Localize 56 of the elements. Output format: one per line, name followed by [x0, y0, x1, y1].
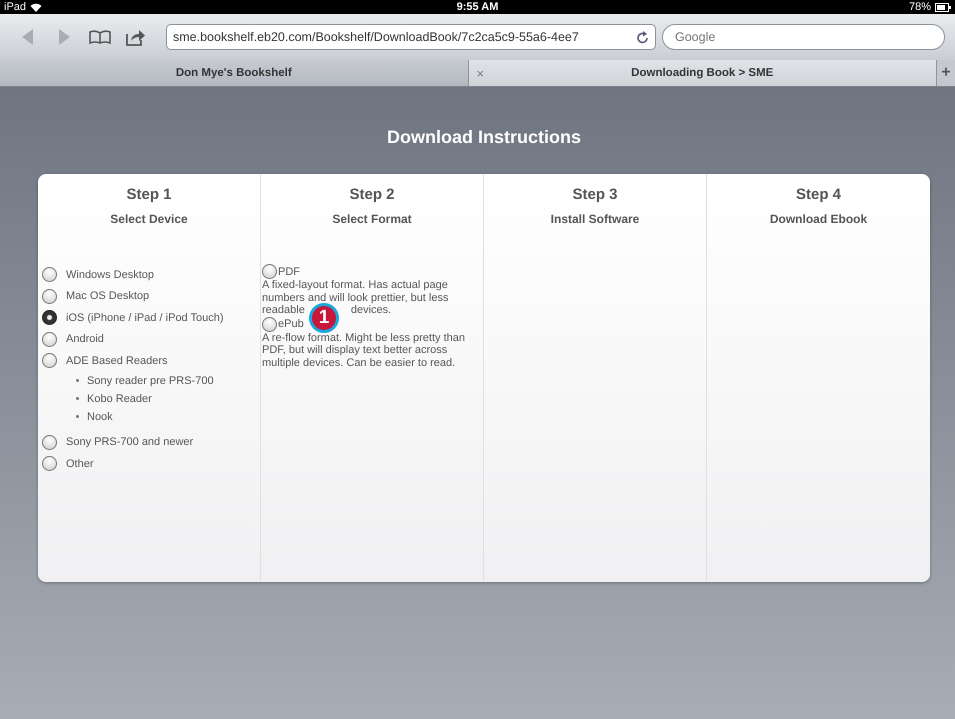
battery-icon [935, 2, 951, 12]
device-option[interactable]: Android [66, 333, 104, 346]
callout-badge: 1 [309, 303, 339, 333]
step-heading: Step 4 [796, 186, 841, 203]
radio-button[interactable] [42, 456, 57, 472]
step-subtitle: Select Format [332, 212, 412, 226]
step-subtitle: Download Ebook [770, 212, 868, 226]
step-subtitle: Select Device [110, 212, 188, 226]
reload-icon[interactable] [637, 30, 649, 44]
address-field[interactable]: sme.bookshelf.eb20.com/Bookshelf/DownloadBook/7c2ca5c9-55a6-4ee7 [166, 24, 656, 50]
clock: 9:55 AM [456, 1, 498, 13]
bullet-icon [76, 397, 79, 400]
new-tab-button[interactable]: + [937, 60, 955, 86]
device-name: iPad [4, 1, 26, 13]
format-description: multiple devices. Can be easier to read. [262, 356, 456, 369]
radio-button[interactable] [42, 310, 57, 326]
format-description: devices. [350, 304, 392, 316]
bullet-icon [76, 379, 79, 382]
step-heading: Step 3 [572, 186, 618, 203]
format-description: A fixed-layout format. Has actual page [262, 279, 449, 292]
tab-title: Downloading Book > SME [631, 67, 774, 79]
radio-button[interactable] [42, 434, 57, 450]
device-option[interactable]: iOS (iPhone / iPad / iPod Touch) [66, 312, 224, 324]
radio-button[interactable] [42, 332, 57, 347]
radio-button[interactable] [262, 264, 277, 279]
search-field[interactable]: Google [662, 24, 945, 50]
browser-tab[interactable]: × Downloading Book > SME [468, 60, 937, 86]
browser-tab[interactable]: Don Mye's Bookshelf [0, 60, 468, 86]
format-description: readable [262, 304, 305, 316]
bullet-icon [76, 415, 79, 418]
tab-title: Don Mye's Bookshelf [176, 67, 292, 79]
step-heading: Step 2 [349, 186, 394, 203]
radio-button[interactable] [262, 316, 277, 332]
reader-item: Sony reader pre PRS-700 [87, 374, 214, 386]
radio-button[interactable] [42, 353, 57, 368]
page-title: Download Instructions [386, 126, 582, 149]
device-option[interactable]: Sony PRS-700 and newer [66, 436, 194, 448]
reader-item: Kobo Reader [87, 392, 152, 404]
format-option[interactable]: PDF [278, 266, 300, 278]
radio-button[interactable] [42, 288, 57, 304]
device-option[interactable]: ADE Based Readers [66, 354, 168, 367]
book-icon[interactable] [89, 30, 111, 44]
battery-percentage: 78% [908, 1, 931, 13]
step-heading: Step 1 [126, 186, 172, 203]
step-subtitle: Install Software [550, 212, 640, 226]
device-option[interactable]: Mac OS Desktop [66, 290, 150, 302]
format-description: numbers and will look prettier, but less [262, 292, 450, 304]
reader-item: Nook [87, 410, 113, 422]
share-icon[interactable] [126, 28, 146, 46]
device-option[interactable]: Windows Desktop [66, 268, 154, 281]
device-option[interactable]: Other [66, 458, 94, 470]
format-description: A re-flow format. Might be less pretty than [262, 332, 466, 344]
radio-button[interactable] [42, 267, 57, 282]
format-description: PDF, but will display text better across [262, 344, 448, 356]
format-option[interactable]: ePub [278, 318, 304, 330]
wifi-icon [30, 2, 42, 12]
